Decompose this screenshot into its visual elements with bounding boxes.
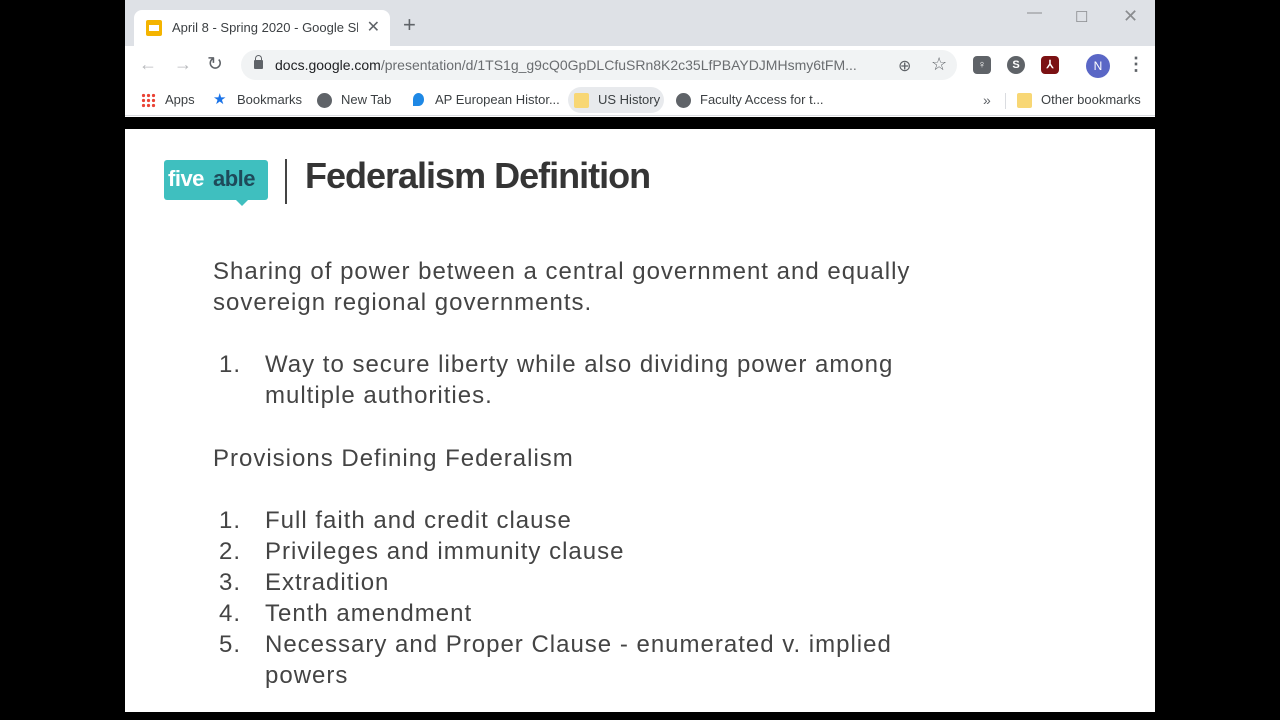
more-bookmarks-chevron-icon[interactable]: » (983, 87, 991, 113)
bookmark-ap-european-history[interactable]: AP European Histor... (411, 87, 561, 113)
globe-icon (676, 93, 691, 108)
bookmark-star-icon[interactable]: ☆ (931, 54, 947, 75)
lock-icon[interactable] (254, 55, 263, 69)
bookmark-divider (1005, 93, 1006, 109)
bookmark-faculty-access[interactable]: Faculty Access for t... (676, 87, 846, 113)
menu-dots-icon[interactable]: ⋮ (1127, 54, 1145, 75)
tab-strip: April 8 - Spring 2020 - Google Sl ✕ + — … (125, 0, 1155, 46)
close-window-button[interactable]: ✕ (1123, 6, 1138, 27)
globe-icon (317, 93, 332, 108)
star-icon: ★ (213, 91, 227, 108)
browser-window: April 8 - Spring 2020 - Google Sl ✕ + — … (125, 0, 1155, 712)
bookmark-bookmarks[interactable]: ★ Bookmarks (213, 87, 303, 113)
title-divider (285, 159, 287, 204)
address-bar[interactable]: docs.google.com/presentation/d/1TS1g_g9c… (241, 50, 957, 80)
profile-avatar[interactable]: N (1086, 54, 1110, 78)
definition-text: Sharing of power between a central gover… (213, 258, 911, 316)
folder-icon (574, 93, 589, 108)
zoom-icon[interactable]: ⊕ (898, 56, 911, 76)
bookmark-apps[interactable]: Apps (141, 87, 201, 113)
fiveable-logo: five able (164, 160, 268, 206)
bookmarks-bar: Apps ★ Bookmarks New Tab AP European His… (125, 84, 1155, 116)
slide-title: Federalism Definition (305, 155, 651, 196)
extension-s-icon[interactable]: S (1007, 56, 1025, 74)
tab-google-slides[interactable]: April 8 - Spring 2020 - Google Sl ✕ (134, 10, 390, 46)
drop-icon (413, 93, 424, 106)
new-tab-button[interactable]: + (403, 14, 416, 36)
bookmark-us-history[interactable]: US History (568, 87, 664, 113)
browser-toolbar: ← → ↻ docs.google.com/presentation/d/1TS… (125, 46, 1155, 84)
google-slides-icon (146, 20, 162, 36)
reload-icon[interactable]: ↻ (207, 53, 223, 76)
bookmark-new-tab[interactable]: New Tab (317, 87, 397, 113)
bookmark-other-bookmarks[interactable]: Other bookmarks (1017, 87, 1153, 113)
extension-icon[interactable]: ♀ (973, 56, 991, 74)
folder-icon (1017, 93, 1032, 108)
forward-arrow-icon[interactable]: → (174, 54, 192, 75)
apps-grid-icon (141, 93, 156, 108)
tab-close-icon[interactable]: ✕ (367, 17, 380, 37)
presentation-border (125, 117, 1155, 129)
minimize-button[interactable]: — (1027, 4, 1042, 21)
provisions-heading: Provisions Defining Federalism (213, 445, 574, 472)
pdf-extension-icon[interactable]: ⅄ (1041, 56, 1059, 74)
tab-title: April 8 - Spring 2020 - Google Sl (172, 20, 358, 35)
slide: five able Federalism Definition Sharing … (125, 129, 1155, 712)
maximize-button[interactable]: ☐ (1075, 8, 1088, 26)
back-arrow-icon[interactable]: ← (139, 54, 157, 75)
url-text[interactable]: docs.google.com/presentation/d/1TS1g_g9c… (275, 57, 875, 73)
